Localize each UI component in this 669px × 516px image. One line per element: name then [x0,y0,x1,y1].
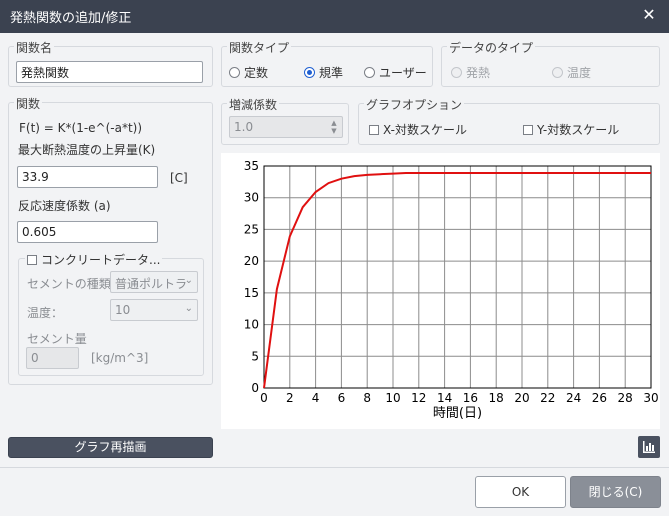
increase-coef-value: 1.0 [234,120,254,134]
y-tick-label: 5 [251,349,259,363]
temperature-value: 10 [115,303,131,317]
function-label: 関数 [14,95,43,112]
title-bar: 発熱関数の追加/修正 ✕ [0,0,669,33]
data-type-label: データのタイプ [447,39,536,56]
graph-options-label: グラフオプション [364,96,465,113]
y-log-label: Y-対数スケール [537,123,620,137]
radio-dot [364,67,375,78]
x-tick-label: 18 [489,391,504,405]
radio-heat-label: 発熱 [466,66,491,80]
close-icon[interactable]: ✕ [639,5,659,25]
cement-type-value: 普通ポルトラ [115,277,188,291]
temperature-label: 温度： [27,306,64,320]
x-tick-label: 6 [338,391,346,405]
chevron-down-icon: ⌄ [184,275,193,286]
max-temp-label: 最大断熱温度の上昇量(K) [18,143,156,157]
cement-type-label: セメントの種類 [27,277,111,291]
y-log-checkbox[interactable]: Y-対数スケール [523,121,619,138]
cement-amount-label: セメント量 [27,332,87,346]
formula-text: F(t) = K*(1-e^(-a*t)) [19,121,143,135]
x-axis-label: 時間(日) [433,406,482,421]
close-button[interactable]: 閉じる(C) [570,476,661,508]
y-tick-label: 30 [244,191,259,205]
radio-dot-selected [304,67,315,78]
checkbox-box [369,124,379,135]
rate-input[interactable] [17,221,158,243]
radio-user[interactable]: ユーザー [364,64,427,81]
heat-function-chart: 0 2 4 6 8 10 12 14 16 18 20 22 24 26 28 300510152025303… [244,159,659,421]
max-temp-input[interactable] [17,166,158,188]
x-tick-label: 20 [514,391,529,405]
function-name-input[interactable] [16,61,203,83]
series-line [263,172,651,389]
y-tick-label: 35 [244,159,259,173]
bar-chart-icon [643,441,655,453]
max-temp-unit: [C] [170,171,188,185]
x-tick-label: 0 [260,391,268,405]
y-tick-label: 20 [244,254,259,268]
radio-temperature[interactable]: 温度 [552,64,591,81]
function-type-label: 関数タイプ [227,39,292,56]
concrete-data-label: コンクリートデータ... [41,253,161,267]
radio-standard[interactable]: 規準 [304,64,343,81]
cement-amount-input[interactable] [26,347,79,369]
radio-temperature-label: 温度 [567,66,592,80]
x-tick-label: 24 [566,391,581,405]
redraw-graph-button[interactable]: グラフ再描画 [8,437,213,458]
increase-coef-label: 増減係数 [227,96,280,113]
bar-chart-icon-button[interactable] [638,436,660,458]
footer-separator [0,467,669,468]
x-tick-label: 12 [411,391,426,405]
radio-constant-label: 定数 [244,66,269,80]
cement-type-select[interactable]: 普通ポルトラ ⌄ [110,271,198,293]
chart-area: 0 2 4 6 8 10 12 14 16 18 20 22 24 26 28 30 0 5 10 15 20 25 30 3… [221,153,660,429]
x-tick-label: 30 [643,391,658,405]
rate-label: 反応速度係数 (a) [18,199,111,213]
cement-amount-unit: [kg/m^3] [91,351,149,365]
spin-arrows-icon[interactable]: ▲ ▼ [329,119,339,135]
checkbox-box [27,254,37,265]
temperature-select[interactable]: 10 ⌄ [110,299,198,321]
y-tick-label: 25 [244,222,259,236]
increase-coef-spinbox[interactable]: 1.0 ▲ ▼ [229,116,343,138]
y-tick-label: 15 [244,286,259,300]
y-tick-label: 10 [244,318,259,332]
checkbox-box [523,124,533,135]
ok-button[interactable]: OK [475,476,566,508]
radio-user-label: ユーザー [379,66,427,80]
x-tick-label: 2 [286,391,294,405]
y-tick-label: 0 [251,381,259,395]
concrete-data-checkbox[interactable]: コンクリートデータ... [25,251,163,268]
x-tick-label: 22 [540,391,555,405]
plot-frame [263,165,652,389]
x-tick-label: 8 [363,391,371,405]
x-tick-label: 16 [463,391,478,405]
x-tick-label: 14 [437,391,452,405]
x-log-checkbox[interactable]: X-対数スケール [369,121,467,138]
chevron-down-icon: ⌄ [184,303,193,314]
x-tick-label: 28 [618,391,633,405]
function-name-label: 関数名 [14,39,55,56]
radio-dot-disabled [451,67,462,78]
x-log-label: X-対数スケール [383,123,467,137]
radio-constant[interactable]: 定数 [229,64,268,81]
radio-dot-disabled [552,67,563,78]
x-tick-label: 26 [592,391,607,405]
x-tick-label: 10 [385,391,400,405]
radio-dot [229,67,240,78]
radio-standard-label: 規準 [319,66,344,80]
radio-heat[interactable]: 発熱 [451,64,490,81]
window-title: 発熱関数の追加/修正 [10,11,132,26]
x-tick-label: 4 [312,391,320,405]
